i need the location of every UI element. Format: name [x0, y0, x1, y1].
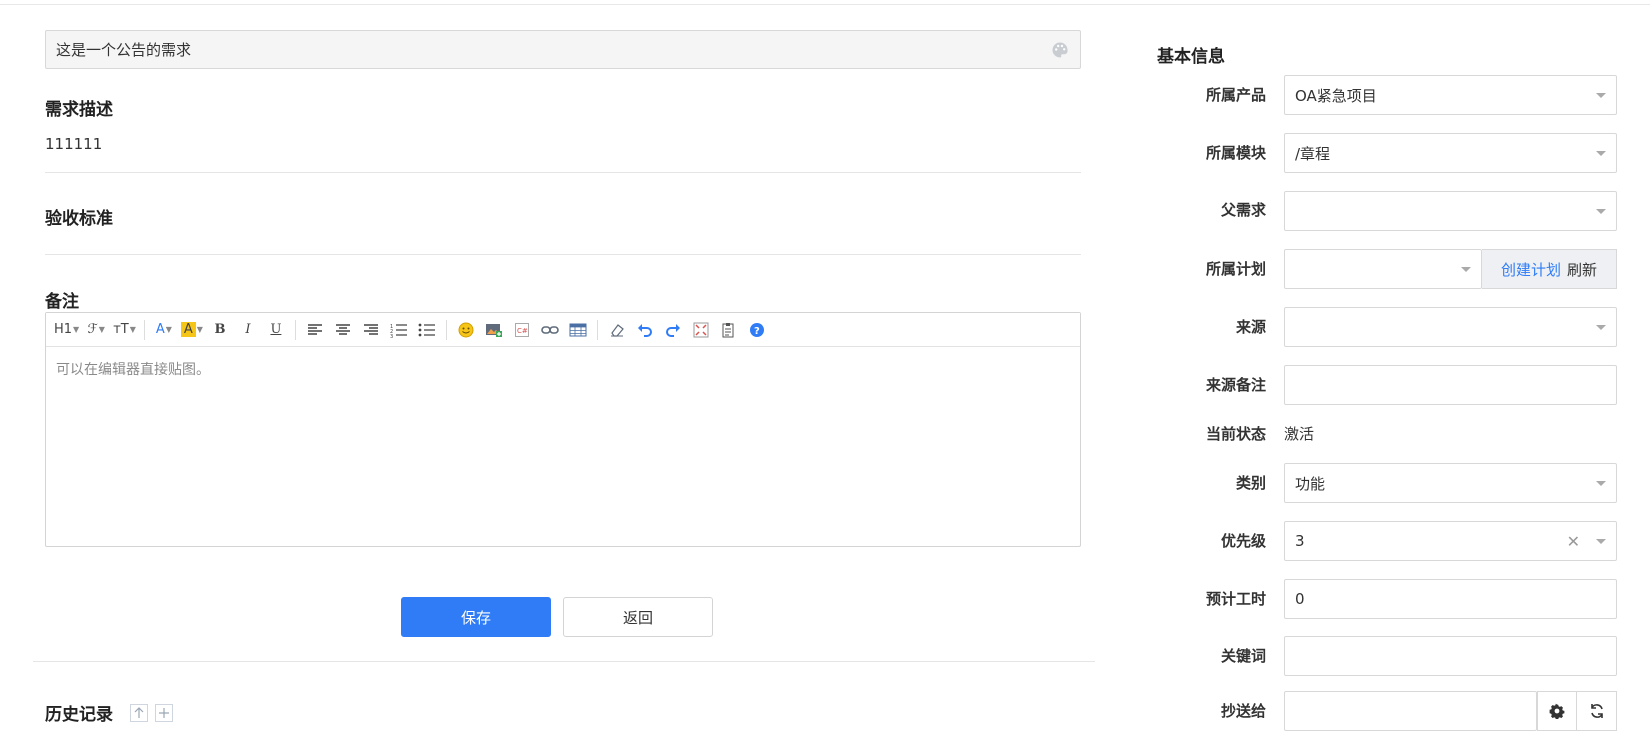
toolbar-separator	[143, 319, 145, 340]
plan-addon: 创建计划 刷新	[1482, 249, 1617, 289]
estimate-label: 预计工时	[1205, 590, 1266, 608]
emoji-icon[interactable]	[455, 318, 477, 342]
heading-button[interactable]: H1 ▼	[54, 318, 79, 342]
eraser-icon[interactable]	[606, 318, 628, 342]
estimate-input[interactable]: 0	[1284, 579, 1617, 619]
history-expand-icon[interactable]	[155, 704, 173, 722]
font-size-button[interactable]: тT ▼	[113, 318, 136, 342]
bold-button[interactable]: B	[209, 318, 231, 342]
unordered-list-icon[interactable]	[416, 318, 438, 342]
parent-story-label: 父需求	[1220, 201, 1266, 219]
table-icon[interactable]	[567, 318, 589, 342]
text-color-label: A	[155, 322, 165, 337]
settings-gear-icon[interactable]	[1537, 691, 1577, 731]
top-divider	[0, 4, 1650, 5]
toolbar-separator	[294, 319, 296, 340]
font-family-button[interactable]: ℱ ▼	[85, 318, 107, 342]
create-plan-link[interactable]: 创建计划	[1501, 259, 1561, 280]
link-icon[interactable]	[539, 318, 561, 342]
priority-label: 优先级	[1220, 532, 1266, 550]
align-right-icon[interactable]	[360, 318, 382, 342]
font-size-label: тT	[113, 322, 129, 337]
highlight-color-label: A	[180, 322, 196, 337]
align-center-icon[interactable]	[332, 318, 354, 342]
toolbar-separator	[445, 319, 447, 340]
actions-divider	[33, 661, 1095, 662]
redo-icon[interactable]	[662, 318, 684, 342]
module-value: /章程	[1295, 144, 1331, 163]
editor-content-area[interactable]: 可以在编辑器直接贴图。	[46, 347, 1080, 391]
plan-label: 所属计划	[1205, 260, 1266, 278]
status-label: 当前状态	[1205, 425, 1266, 443]
ordered-list-icon[interactable]: 123	[388, 318, 410, 342]
refresh-link[interactable]: 刷新	[1567, 259, 1597, 280]
font-family-label: ℱ	[87, 322, 98, 337]
keywords-label: 关键词	[1220, 647, 1266, 665]
product-value: OA紧急项目	[1295, 86, 1377, 105]
chevron-down-icon	[1596, 480, 1606, 486]
source-note-input[interactable]	[1284, 365, 1617, 405]
chevron-down-icon	[1596, 150, 1606, 156]
clear-icon[interactable]: ✕	[1567, 532, 1580, 551]
save-button[interactable]: 保存	[401, 597, 551, 637]
priority-value: 3	[1295, 532, 1305, 550]
chevron-down-icon	[1461, 266, 1471, 272]
source-label: 来源	[1235, 318, 1266, 336]
svg-text:?: ?	[754, 326, 760, 337]
category-select[interactable]: 功能	[1284, 463, 1617, 503]
image-icon[interactable]	[483, 318, 505, 342]
refresh-icon[interactable]	[1576, 691, 1617, 731]
priority-select[interactable]: 3 ✕	[1284, 521, 1617, 561]
heading-label: H1	[54, 322, 73, 337]
chevron-down-icon	[1596, 208, 1606, 214]
basic-info-heading: 基本信息	[1157, 47, 1225, 67]
story-title-text[interactable]: 这是一个公告的需求	[56, 39, 1050, 60]
back-button[interactable]: 返回	[563, 597, 713, 637]
estimate-value: 0	[1295, 590, 1305, 608]
acceptance-divider	[45, 254, 1081, 255]
category-value: 功能	[1295, 474, 1326, 493]
plan-select[interactable]	[1284, 249, 1482, 289]
text-color-button[interactable]: A ▼	[153, 318, 175, 342]
source-note-label: 来源备注	[1205, 376, 1266, 394]
cc-select[interactable]	[1284, 691, 1537, 731]
history-heading: 历史记录	[45, 705, 113, 725]
code-icon[interactable]: C#	[511, 318, 533, 342]
keywords-input[interactable]	[1284, 636, 1617, 676]
module-label: 所属模块	[1205, 144, 1266, 162]
highlight-color-button[interactable]: A ▼	[180, 318, 203, 342]
product-select[interactable]: OA紧急项目	[1284, 75, 1617, 115]
underline-button[interactable]: U	[265, 318, 287, 342]
svg-text:3: 3	[390, 334, 393, 338]
align-left-icon[interactable]	[304, 318, 326, 342]
italic-button[interactable]: I	[237, 318, 259, 342]
source-select[interactable]	[1284, 307, 1617, 347]
story-title-input[interactable]: 这是一个公告的需求	[45, 30, 1081, 69]
rich-text-editor[interactable]: H1 ▼ ℱ ▼ тT ▼ A ▼ A ▼ B I U 123 C# ? 可以在编辑器直接…	[45, 312, 1081, 547]
category-label: 类别	[1235, 474, 1266, 492]
chevron-down-icon	[1596, 324, 1606, 330]
parent-story-select[interactable]	[1284, 191, 1617, 231]
description-value: 111111	[45, 135, 103, 153]
description-heading: 需求描述	[45, 100, 113, 120]
module-select[interactable]: /章程	[1284, 133, 1617, 173]
editor-toolbar: H1 ▼ ℱ ▼ тT ▼ A ▼ A ▼ B I U 123 C# ?	[46, 313, 1080, 347]
history-sort-up-icon[interactable]	[130, 704, 148, 722]
palette-icon[interactable]	[1050, 40, 1070, 60]
chevron-down-icon	[1596, 92, 1606, 98]
fullscreen-icon[interactable]	[690, 318, 712, 342]
toolbar-separator	[596, 319, 598, 340]
help-icon[interactable]: ?	[746, 318, 768, 342]
cc-label: 抄送给	[1220, 702, 1266, 720]
paste-icon[interactable]	[718, 318, 740, 342]
product-label: 所属产品	[1205, 86, 1266, 104]
remark-heading: 备注	[45, 292, 79, 312]
undo-icon[interactable]	[634, 318, 656, 342]
chevron-down-icon	[1596, 538, 1606, 544]
editor-placeholder: 可以在编辑器直接贴图。	[56, 362, 210, 378]
status-value: 激活	[1284, 425, 1315, 443]
acceptance-heading: 验收标准	[45, 209, 113, 229]
svg-text:C#: C#	[517, 327, 528, 335]
description-divider	[45, 172, 1081, 173]
